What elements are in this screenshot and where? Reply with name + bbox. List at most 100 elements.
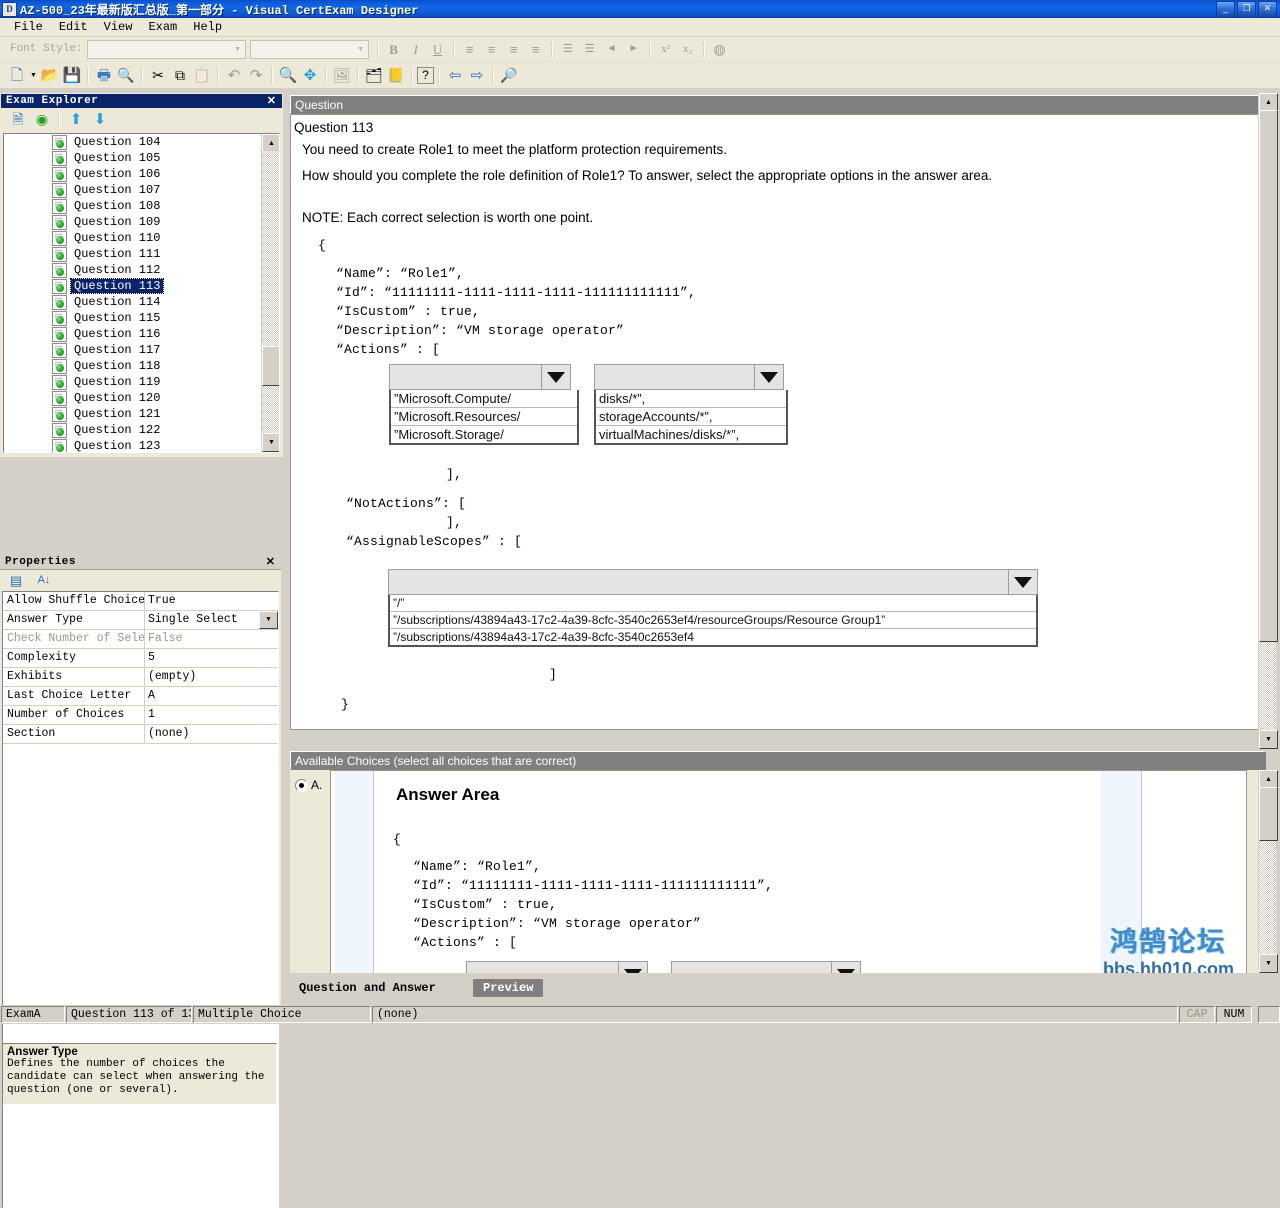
resource-option-storageaccounts[interactable]: storageAccounts/*”, (596, 408, 786, 426)
hyperlink-icon[interactable]: ◍ (709, 39, 731, 60)
scroll-down-button[interactable]: ▼ (1259, 730, 1278, 749)
move-button[interactable]: ✥ (299, 65, 321, 86)
question-body[interactable]: Question 113 You need to create Role1 to… (290, 114, 1260, 730)
menu-item-exam[interactable]: Exam (140, 19, 185, 35)
property-row[interactable]: Last Choice Letter A (3, 687, 278, 706)
scope-option-root[interactable]: ”/” (390, 595, 1036, 612)
property-value[interactable]: False (145, 630, 278, 648)
scroll-down-button[interactable]: ▼ (262, 433, 279, 452)
add-question-button[interactable]: 🗎 (6, 109, 30, 129)
choice-a-radio-group[interactable]: A. (295, 778, 322, 792)
provider-option-compute[interactable]: ”Microsoft.Compute/ (391, 390, 577, 408)
tree-node[interactable]: Question 104 (4, 134, 262, 150)
outdent-button[interactable]: ◄ (601, 39, 623, 60)
chevron-down-icon[interactable] (1008, 570, 1037, 594)
move-up-button[interactable]: ⬆ (64, 109, 88, 129)
property-row[interactable]: Check Number of Sele False (3, 630, 278, 649)
redo-button[interactable]: ↷ (245, 65, 267, 86)
property-row[interactable]: Complexity 5 (3, 649, 278, 668)
scope-option-resourcegroup[interactable]: ”/subscriptions/43894a43-17c2-4a39-8cfc-… (390, 612, 1036, 629)
bullet-list-button[interactable]: ☰ (557, 39, 579, 60)
copy-button[interactable]: ⧉ (169, 65, 191, 86)
underline-button[interactable]: U (427, 39, 449, 60)
scope-dropdown[interactable]: ”/” ”/subscriptions/43894a43-17c2-4a39-8… (388, 569, 1038, 647)
tab-preview[interactable]: Preview (473, 979, 544, 997)
tree-node[interactable]: Question 108 (4, 198, 262, 214)
question-tree-scrollbar[interactable]: ▲ ▼ (261, 134, 279, 452)
exam-properties-button[interactable]: 📒 (385, 65, 407, 86)
property-value[interactable]: 1 (145, 706, 278, 724)
tree-node[interactable]: Question 122 (4, 422, 262, 438)
align-left-button[interactable]: ≡ (459, 39, 481, 60)
scope-dropdown-list[interactable]: ”/” ”/subscriptions/43894a43-17c2-4a39-8… (388, 595, 1038, 647)
resource-option-disks[interactable]: disks/*”, (596, 390, 786, 408)
tree-node[interactable]: Question 117 (4, 342, 262, 358)
resource-dropdown[interactable]: disks/*”, storageAccounts/*”, virtualMac… (594, 364, 788, 445)
tree-node[interactable]: Question 107 (4, 182, 262, 198)
superscript-button[interactable]: x² (655, 39, 677, 60)
tree-node[interactable]: Question 115 (4, 310, 262, 326)
properties-grid[interactable]: Allow Shuffle Choice True Answer Type Singl… (2, 591, 279, 1208)
align-center-button[interactable]: ≡ (481, 39, 503, 60)
categorized-view-button[interactable]: ▤ (6, 571, 26, 589)
answer-area-preview[interactable]: Answer Area { “Name”: “Role1”, “Id”: “11… (330, 770, 1247, 973)
new-dropdown-button[interactable]: ▼ (28, 65, 39, 86)
undo-button[interactable]: ↶ (223, 65, 245, 86)
tree-node[interactable]: Question 119 (4, 374, 262, 390)
tree-node[interactable]: Question 106 (4, 166, 262, 182)
chevron-down-icon[interactable]: ▼ (259, 611, 278, 629)
scrollbar-thumb[interactable] (262, 346, 279, 386)
provider-dropdown-button[interactable] (389, 364, 571, 390)
menu-item-edit[interactable]: Edit (51, 19, 96, 35)
print-preview-button[interactable]: 🔍 (115, 65, 137, 86)
maximize-button[interactable]: ❐ (1237, 0, 1256, 18)
property-row[interactable]: Allow Shuffle Choice True (3, 592, 278, 611)
indent-button[interactable]: ► (623, 39, 645, 60)
search-button[interactable]: 🔎 (498, 65, 520, 86)
chevron-down-icon[interactable] (618, 962, 647, 973)
scope-dropdown-button[interactable] (388, 569, 1038, 595)
answer-resource-dropdown-button[interactable] (671, 961, 861, 973)
print-button[interactable]: 🖶 (93, 65, 115, 86)
close-button[interactable]: ✕ (1258, 0, 1277, 18)
provider-option-resources[interactable]: ”Microsoft.Resources/ (391, 408, 577, 426)
align-right-button[interactable]: ≡ (503, 39, 525, 60)
answer-provider-dropdown-button[interactable] (466, 961, 648, 973)
property-value[interactable]: True (145, 592, 278, 610)
scrollbar-thumb[interactable] (1259, 110, 1278, 642)
tree-node[interactable]: Question 123 (4, 438, 262, 452)
property-value[interactable]: 5 (145, 649, 278, 667)
question-help-button[interactable]: ? (417, 66, 434, 84)
open-button[interactable]: 📂 (39, 65, 61, 86)
menu-item-help[interactable]: Help (185, 19, 230, 35)
scrollbar-thumb[interactable] (1259, 787, 1278, 841)
alphabetical-sort-button[interactable]: A↓ (34, 571, 54, 589)
align-justify-button[interactable]: ≡ (525, 39, 547, 60)
subscript-button[interactable]: x₂ (677, 39, 699, 60)
resource-option-vmdisks[interactable]: virtualMachines/disks/*”, (596, 426, 786, 443)
provider-dropdown-list[interactable]: ”Microsoft.Compute/ ”Microsoft.Resources… (389, 390, 579, 445)
property-value[interactable]: (empty) (145, 668, 278, 686)
tree-node[interactable]: Question 105 (4, 150, 262, 166)
choices-panel-scrollbar[interactable]: ▲ ▼ (1258, 770, 1278, 973)
tree-node[interactable]: Question 111 (4, 246, 262, 262)
question-scrollbar-inner[interactable]: ▲ ▼ (1258, 93, 1278, 749)
question-tree[interactable]: Question 104 Question 105 Question 106 Ques… (3, 133, 280, 453)
minimize-button[interactable]: _ (1216, 0, 1235, 18)
menu-item-view[interactable]: View (96, 19, 141, 35)
font-size-combo[interactable]: ▼ (249, 39, 369, 59)
previous-question-button[interactable]: ⇦ (444, 65, 466, 86)
next-question-button[interactable]: ⇨ (466, 65, 488, 86)
tree-node[interactable]: Question 118 (4, 358, 262, 374)
chevron-down-icon[interactable] (541, 365, 570, 389)
font-name-combo[interactable]: ▼ (86, 39, 246, 59)
menu-item-file[interactable]: File (6, 19, 51, 35)
property-value[interactable]: (none) (145, 725, 278, 743)
resource-dropdown-list[interactable]: disks/*”, storageAccounts/*”, virtualMac… (594, 390, 788, 445)
choices-scrollbar-inner[interactable]: ▲ ▼ (1258, 770, 1278, 973)
bold-button[interactable]: B (383, 39, 405, 60)
tree-node[interactable]: Question 116 (4, 326, 262, 342)
tree-node[interactable]: Question 120 (4, 390, 262, 406)
property-row[interactable]: Exhibits (empty) (3, 668, 278, 687)
close-icon[interactable]: ✕ (267, 95, 280, 107)
